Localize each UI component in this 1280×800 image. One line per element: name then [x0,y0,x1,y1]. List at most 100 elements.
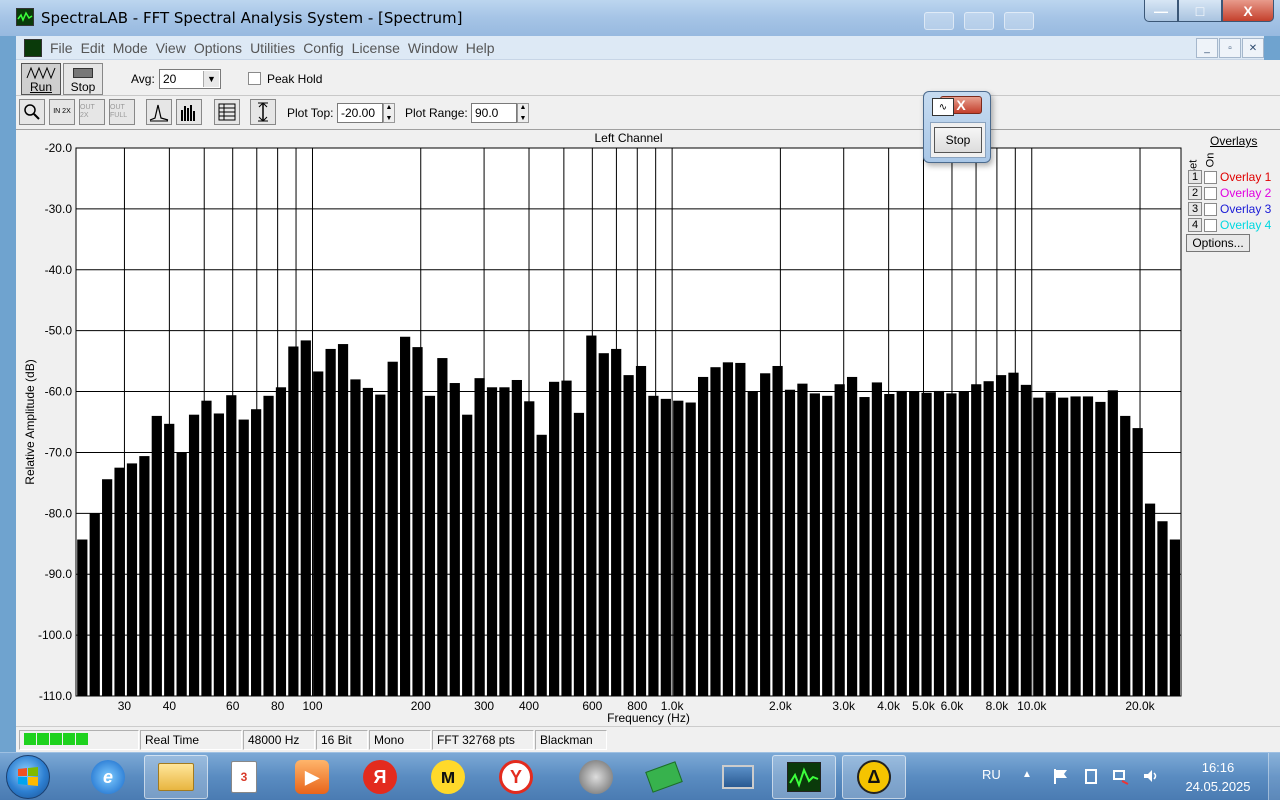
usb-device-icon[interactable] [1082,767,1100,785]
level-led [24,733,36,745]
taskbar-app-delta[interactable]: Δ [842,755,906,799]
y-tick-label: -20.0 [45,141,73,155]
spectrum-bar [201,400,212,696]
start-button[interactable] [6,755,50,799]
spectrum-bar [561,380,572,696]
show-desktop-button[interactable] [1268,753,1280,800]
maximize-button[interactable]: □ [1178,0,1222,22]
overlay-on-checkbox[interactable] [1204,218,1217,232]
plot-range-input[interactable]: 90.0 [471,103,517,123]
overlay-set-button[interactable]: 2 [1188,186,1202,200]
spectrum-bar [871,382,883,696]
taskbar-computer[interactable] [706,755,770,799]
document-icon[interactable] [24,38,42,57]
plot-top-spinner[interactable]: ▲ ▼ [383,103,395,123]
zoom-button[interactable] [19,99,45,125]
taskbar-media[interactable]: ▶ [280,755,344,799]
plot-range-spinner[interactable]: ▲ ▼ [517,103,529,123]
flag-icon[interactable] [1052,767,1070,785]
zoom-out-full-button[interactable]: OUT FULL [109,99,135,125]
clock-time[interactable]: 16:16 [1190,760,1246,775]
spectrum-bar [1033,397,1044,696]
mdi-restore-button[interactable]: ▫ [1219,38,1241,58]
bar-plot-button[interactable] [176,99,202,125]
taskbar-yandex-browser[interactable]: Y [484,755,548,799]
zoom-out-2x-button[interactable]: OUT 2X [79,99,105,125]
overlay-set-button[interactable]: 1 [1188,170,1202,184]
clock-date[interactable]: 24.05.2025 [1182,779,1254,794]
menu-edit[interactable]: Edit [81,40,113,56]
spectrum-bar [921,392,932,696]
spectrum-bar [424,395,436,696]
spectrum-bar [697,376,709,696]
taskbar-yandex[interactable]: Я [348,755,412,799]
menu-window[interactable]: Window [408,40,466,56]
menu-options[interactable]: Options [194,40,250,56]
plot-top-input[interactable]: -20.00 [337,103,383,123]
dialog-body: Stop [930,122,986,158]
taskbar-app-3[interactable]: 3 [212,755,276,799]
spectrum-bar [486,387,498,696]
overlay-options-button[interactable]: Options... [1186,234,1250,252]
menu-help[interactable]: Help [466,40,503,56]
stop-button[interactable]: Stop [934,127,982,153]
menu-config[interactable]: Config [303,40,351,56]
overlay-set-button[interactable]: 4 [1188,218,1202,232]
mdi-close-button[interactable]: ✕ [1242,38,1264,58]
y-axis-label: Relative Amplitude (dB) [23,359,37,484]
taskbar-explorer[interactable] [144,755,208,799]
spectrum-chart[interactable]: Left Channel -20.0 -30.0 -40.0 -50.0 -60.0 -70… [16,130,1184,726]
minimize-button[interactable]: — [1144,0,1178,22]
y-tick-label: -100.0 [38,628,72,642]
table-button[interactable] [214,99,240,125]
x-tick-label: 600 [582,699,602,713]
x-tick-label: 20.0k [1125,699,1155,713]
volume-icon[interactable] [1142,767,1160,785]
close-button[interactable]: X [1222,0,1274,22]
menu-mode[interactable]: Mode [113,40,156,56]
y-tick-label: -110.0 [39,689,72,703]
network-icon[interactable] [1112,767,1130,785]
spectrum-bar [337,344,349,696]
menu-license[interactable]: License [352,40,408,56]
zoom-in-2x-label: IN 2X [53,108,71,115]
peak-hold-checkbox[interactable] [248,72,261,85]
overlay-on-checkbox[interactable] [1204,170,1217,184]
taskbar-app-m[interactable]: м [416,755,480,799]
mdi-minimize-button[interactable]: _ [1196,38,1218,58]
scale-button[interactable] [250,99,276,125]
menu-file[interactable]: File [50,40,81,56]
overlay-on-checkbox[interactable] [1204,186,1217,200]
avg-select[interactable]: 20 ▼ [159,69,221,89]
tray-expand-icon[interactable]: ▲ [1022,769,1032,780]
stop-dialog: X ∿ Stop [923,91,991,163]
menu-view[interactable]: View [156,40,194,56]
overlay-on-checkbox[interactable] [1204,202,1217,216]
overlay-label: Overlay 1 [1220,170,1272,184]
language-indicator[interactable]: RU [982,767,1001,782]
taskbar-app-disc[interactable] [564,755,628,799]
spectrum-bar [1058,397,1069,696]
spectrum-bar [573,412,585,696]
ghost-minimize-icon [924,12,954,30]
computer-icon [722,765,754,789]
line-plot-button[interactable] [146,99,172,125]
taskbar-spectralab[interactable] [772,755,836,799]
menu-utilities[interactable]: Utilities [250,40,303,56]
zoom-in-2x-button[interactable]: IN 2X [49,99,75,125]
chart-title: Left Channel [594,131,662,145]
spectrum-bar [164,423,175,696]
overlay-set-button[interactable]: 3 [1188,202,1202,216]
media-player-icon: ▶ [295,760,329,794]
taskbar-ie[interactable]: e [76,755,140,799]
status-fft: FFT 32768 pts [432,730,534,750]
overlay-label: Overlay 2 [1220,186,1272,200]
spectrum-bar [971,384,982,696]
spectrum-bar [499,387,510,696]
run-button[interactable]: Run [21,63,61,95]
spectrum-bar [611,348,622,696]
taskbar-app-money[interactable] [632,755,696,799]
spectrum-bar [784,389,796,696]
folder-icon [158,763,194,791]
stop-toolbar-button[interactable]: Stop [63,63,103,95]
